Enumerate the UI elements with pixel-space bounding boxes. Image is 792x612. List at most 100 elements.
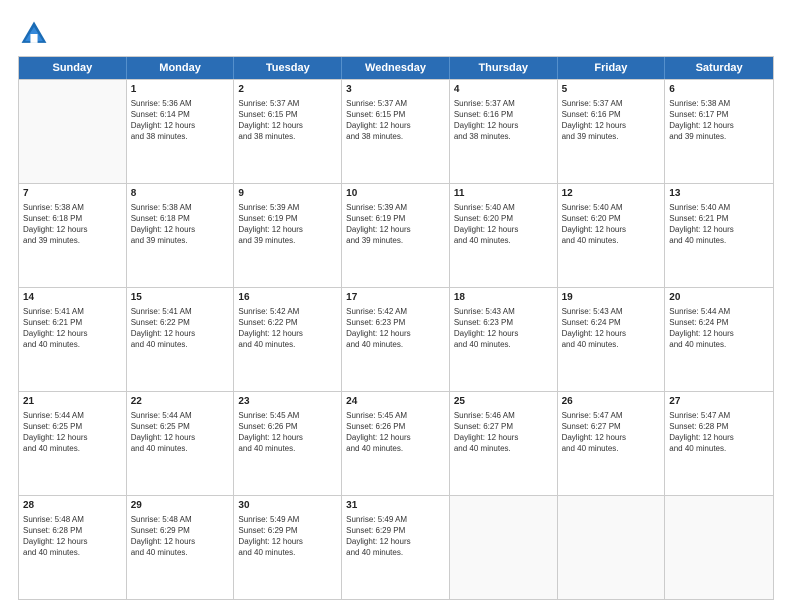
calendar-cell: 1Sunrise: 5:36 AM Sunset: 6:14 PM Daylig… <box>127 80 235 183</box>
day-number: 1 <box>131 83 230 97</box>
calendar-cell: 14Sunrise: 5:41 AM Sunset: 6:21 PM Dayli… <box>19 288 127 391</box>
logo <box>18 18 54 50</box>
day-number: 3 <box>346 83 445 97</box>
calendar-cell: 6Sunrise: 5:38 AM Sunset: 6:17 PM Daylig… <box>665 80 773 183</box>
calendar-cell: 31Sunrise: 5:49 AM Sunset: 6:29 PM Dayli… <box>342 496 450 599</box>
cell-info: Sunrise: 5:47 AM Sunset: 6:28 PM Dayligh… <box>669 410 769 455</box>
day-number: 31 <box>346 499 445 513</box>
day-number: 16 <box>238 291 337 305</box>
calendar-cell: 26Sunrise: 5:47 AM Sunset: 6:27 PM Dayli… <box>558 392 666 495</box>
header-day-friday: Friday <box>558 57 666 79</box>
header-day-wednesday: Wednesday <box>342 57 450 79</box>
header-day-saturday: Saturday <box>665 57 773 79</box>
calendar-week-5: 28Sunrise: 5:48 AM Sunset: 6:28 PM Dayli… <box>19 495 773 599</box>
header-day-sunday: Sunday <box>19 57 127 79</box>
calendar-week-2: 7 Sunrise: 5:38 AM Sunset: 6:18 PM Daylig… <box>19 183 773 287</box>
day-number: 23 <box>238 395 337 409</box>
cell-info: Sunrise: 5:39 AM Sunset: 6:19 PM Dayligh… <box>238 202 337 247</box>
calendar-cell: 29Sunrise: 5:48 AM Sunset: 6:29 PM Dayli… <box>127 496 235 599</box>
cell-info: Sunrise: 5:44 AM Sunset: 6:25 PM Dayligh… <box>131 410 230 455</box>
calendar-cell: 15Sunrise: 5:41 AM Sunset: 6:22 PM Dayli… <box>127 288 235 391</box>
day-number: 13 <box>669 187 769 201</box>
day-number: 25 <box>454 395 553 409</box>
day-number: 6 <box>669 83 769 97</box>
cell-info: Sunrise: 5:38 AM Sunset: 6:17 PM Dayligh… <box>669 98 769 143</box>
day-number: 28 <box>23 499 122 513</box>
header-day-thursday: Thursday <box>450 57 558 79</box>
cell-info: Sunrise: 5:37 AM Sunset: 6:15 PM Dayligh… <box>238 98 337 143</box>
header <box>18 18 774 50</box>
cell-info: Sunrise: 5:43 AM Sunset: 6:24 PM Dayligh… <box>562 306 661 351</box>
cell-info: Sunrise: 5:45 AM Sunset: 6:26 PM Dayligh… <box>346 410 445 455</box>
calendar-cell: 28Sunrise: 5:48 AM Sunset: 6:28 PM Dayli… <box>19 496 127 599</box>
cell-info: Sunrise: 5:45 AM Sunset: 6:26 PM Dayligh… <box>238 410 337 455</box>
cell-info: Sunrise: 5:37 AM Sunset: 6:16 PM Dayligh… <box>454 98 553 143</box>
day-number: 8 <box>131 187 230 201</box>
calendar-cell: 13Sunrise: 5:40 AM Sunset: 6:21 PM Dayli… <box>665 184 773 287</box>
day-number: 4 <box>454 83 553 97</box>
cell-info: Sunrise: 5:42 AM Sunset: 6:22 PM Dayligh… <box>238 306 337 351</box>
calendar-week-1: 1Sunrise: 5:36 AM Sunset: 6:14 PM Daylig… <box>19 79 773 183</box>
calendar-cell: 17Sunrise: 5:42 AM Sunset: 6:23 PM Dayli… <box>342 288 450 391</box>
day-number: 30 <box>238 499 337 513</box>
day-number: 22 <box>131 395 230 409</box>
cell-info: Sunrise: 5:40 AM Sunset: 6:20 PM Dayligh… <box>562 202 661 247</box>
calendar-cell: 27Sunrise: 5:47 AM Sunset: 6:28 PM Dayli… <box>665 392 773 495</box>
calendar-cell: 24Sunrise: 5:45 AM Sunset: 6:26 PM Dayli… <box>342 392 450 495</box>
calendar-cell: 3Sunrise: 5:37 AM Sunset: 6:15 PM Daylig… <box>342 80 450 183</box>
cell-info: Sunrise: 5:44 AM Sunset: 6:24 PM Dayligh… <box>669 306 769 351</box>
calendar-cell: 30Sunrise: 5:49 AM Sunset: 6:29 PM Dayli… <box>234 496 342 599</box>
cell-info: Sunrise: 5:48 AM Sunset: 6:29 PM Dayligh… <box>131 514 230 559</box>
cell-info: Sunrise: 5:49 AM Sunset: 6:29 PM Dayligh… <box>238 514 337 559</box>
cell-info: Sunrise: 5:41 AM Sunset: 6:22 PM Dayligh… <box>131 306 230 351</box>
cell-info: Sunrise: 5:41 AM Sunset: 6:21 PM Dayligh… <box>23 306 122 351</box>
calendar-cell: 20Sunrise: 5:44 AM Sunset: 6:24 PM Dayli… <box>665 288 773 391</box>
cell-info: Sunrise: 5:40 AM Sunset: 6:21 PM Dayligh… <box>669 202 769 247</box>
calendar-cell: 21Sunrise: 5:44 AM Sunset: 6:25 PM Dayli… <box>19 392 127 495</box>
day-number: 21 <box>23 395 122 409</box>
calendar-cell: 10Sunrise: 5:39 AM Sunset: 6:19 PM Dayli… <box>342 184 450 287</box>
cell-info: Sunrise: 5:49 AM Sunset: 6:29 PM Dayligh… <box>346 514 445 559</box>
calendar-cell: 23Sunrise: 5:45 AM Sunset: 6:26 PM Dayli… <box>234 392 342 495</box>
calendar: SundayMondayTuesdayWednesdayThursdayFrid… <box>18 56 774 600</box>
cell-info: Sunrise: 5:37 AM Sunset: 6:15 PM Dayligh… <box>346 98 445 143</box>
day-number: 12 <box>562 187 661 201</box>
day-number: 15 <box>131 291 230 305</box>
day-number: 26 <box>562 395 661 409</box>
cell-info: Sunrise: 5:48 AM Sunset: 6:28 PM Dayligh… <box>23 514 122 559</box>
calendar-cell: 7Sunrise: 5:38 AM Sunset: 6:18 PM Daylig… <box>19 184 127 287</box>
calendar-cell: 4Sunrise: 5:37 AM Sunset: 6:16 PM Daylig… <box>450 80 558 183</box>
cell-info: Sunrise: 5:37 AM Sunset: 6:16 PM Dayligh… <box>562 98 661 143</box>
cell-info: Sunrise: 5:44 AM Sunset: 6:25 PM Dayligh… <box>23 410 122 455</box>
day-number: 7 <box>23 187 122 201</box>
calendar-week-4: 21Sunrise: 5:44 AM Sunset: 6:25 PM Dayli… <box>19 391 773 495</box>
calendar-body: 1Sunrise: 5:36 AM Sunset: 6:14 PM Daylig… <box>19 79 773 599</box>
cell-info: Sunrise: 5:46 AM Sunset: 6:27 PM Dayligh… <box>454 410 553 455</box>
calendar-cell: 25Sunrise: 5:46 AM Sunset: 6:27 PM Dayli… <box>450 392 558 495</box>
day-number: 29 <box>131 499 230 513</box>
day-number: 24 <box>346 395 445 409</box>
cell-info: Sunrise: 5:36 AM Sunset: 6:14 PM Dayligh… <box>131 98 230 143</box>
calendar-cell: 18Sunrise: 5:43 AM Sunset: 6:23 PM Dayli… <box>450 288 558 391</box>
calendar-cell: 2Sunrise: 5:37 AM Sunset: 6:15 PM Daylig… <box>234 80 342 183</box>
calendar-week-3: 14Sunrise: 5:41 AM Sunset: 6:21 PM Dayli… <box>19 287 773 391</box>
calendar-cell <box>450 496 558 599</box>
calendar-cell <box>19 80 127 183</box>
day-number: 17 <box>346 291 445 305</box>
day-number: 5 <box>562 83 661 97</box>
calendar-cell: 5Sunrise: 5:37 AM Sunset: 6:16 PM Daylig… <box>558 80 666 183</box>
cell-info: Sunrise: 5:39 AM Sunset: 6:19 PM Dayligh… <box>346 202 445 247</box>
logo-icon <box>18 18 50 50</box>
calendar-cell: 8Sunrise: 5:38 AM Sunset: 6:18 PM Daylig… <box>127 184 235 287</box>
calendar-cell: 22Sunrise: 5:44 AM Sunset: 6:25 PM Dayli… <box>127 392 235 495</box>
day-number: 11 <box>454 187 553 201</box>
cell-info: Sunrise: 5:38 AM Sunset: 6:18 PM Dayligh… <box>131 202 230 247</box>
calendar-cell: 12Sunrise: 5:40 AM Sunset: 6:20 PM Dayli… <box>558 184 666 287</box>
day-number: 2 <box>238 83 337 97</box>
calendar-cell: 16Sunrise: 5:42 AM Sunset: 6:22 PM Dayli… <box>234 288 342 391</box>
cell-info: Sunrise: 5:43 AM Sunset: 6:23 PM Dayligh… <box>454 306 553 351</box>
day-number: 18 <box>454 291 553 305</box>
calendar-cell: 11Sunrise: 5:40 AM Sunset: 6:20 PM Dayli… <box>450 184 558 287</box>
calendar-cell: 19Sunrise: 5:43 AM Sunset: 6:24 PM Dayli… <box>558 288 666 391</box>
calendar-cell: 9Sunrise: 5:39 AM Sunset: 6:19 PM Daylig… <box>234 184 342 287</box>
